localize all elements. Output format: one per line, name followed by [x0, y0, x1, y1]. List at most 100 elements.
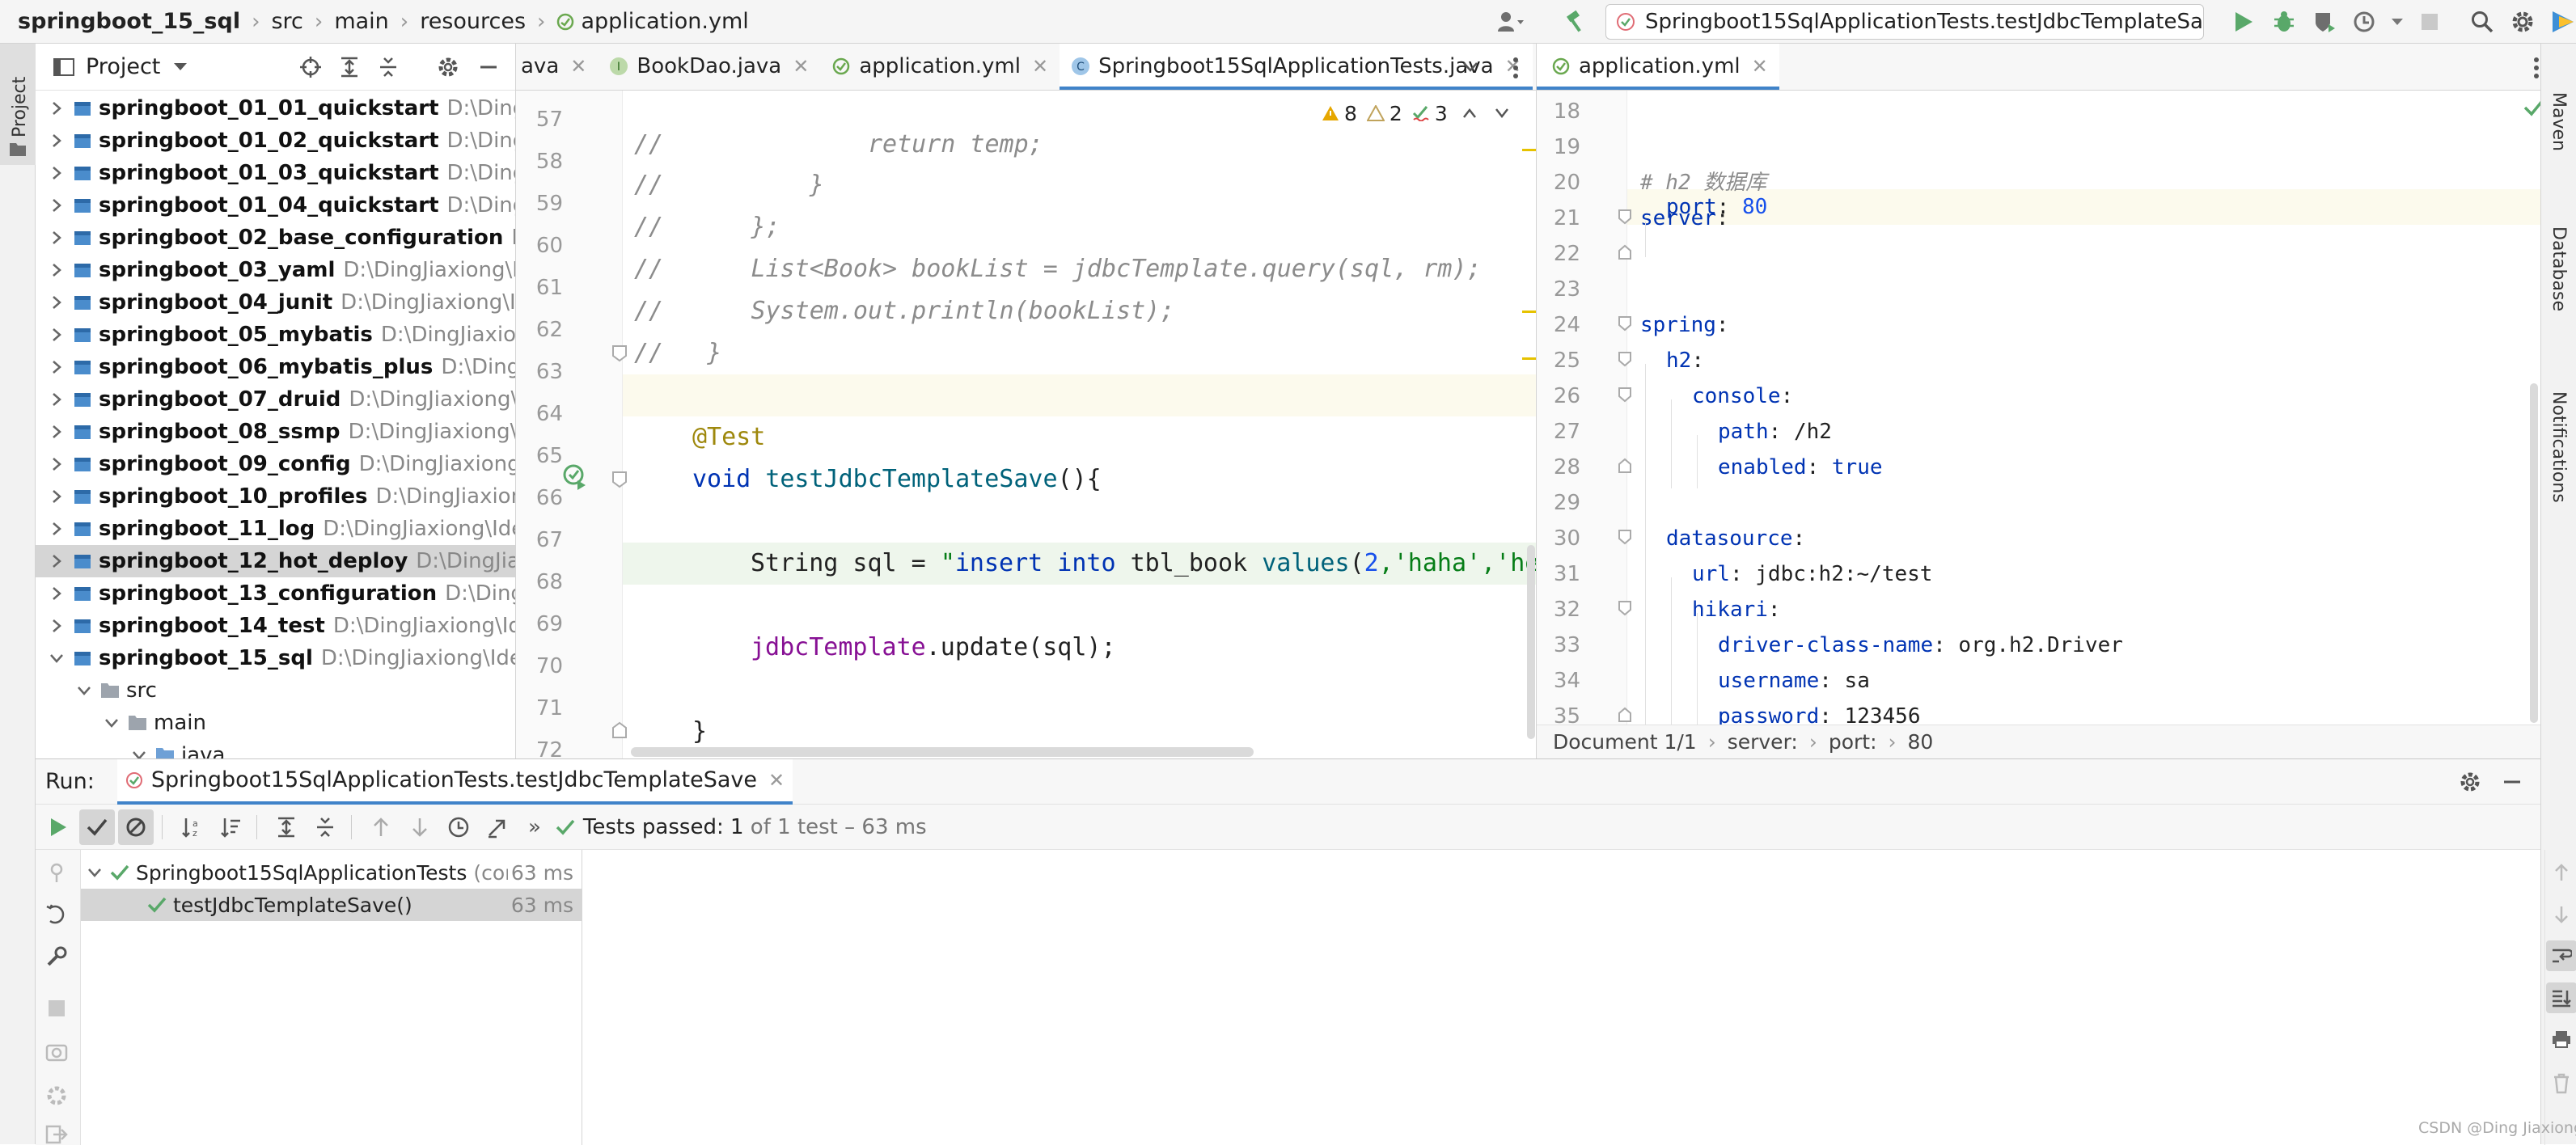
- project-panel-title[interactable]: Project: [86, 54, 160, 79]
- scroll-to-end-icon[interactable]: [2546, 982, 2576, 1013]
- rerun-icon[interactable]: [40, 809, 76, 845]
- test-console-output[interactable]: [582, 850, 2576, 1145]
- expand-all-icon[interactable]: [338, 56, 361, 78]
- project-tree-module-row[interactable]: springboot_05_mybatis D:\DingJiaxiong\Ide…: [36, 319, 515, 351]
- sort-by-duration-icon[interactable]: [213, 809, 248, 845]
- fold-marker-icon[interactable]: [1618, 209, 1632, 225]
- vertical-scrollbar[interactable]: [2530, 383, 2538, 723]
- project-tree-module-row[interactable]: springboot_01_04_quickstart D:\DingJiaxio…: [36, 189, 515, 222]
- debug-bug-icon[interactable]: [2269, 6, 2299, 37]
- project-tree-module-row[interactable]: springboot_01_03_quickstart D:\DingJiaxio…: [36, 157, 515, 189]
- project-tree-folder-row[interactable]: java: [36, 739, 515, 758]
- pin-icon[interactable]: [45, 861, 68, 884]
- more-options-icon[interactable]: »: [528, 815, 541, 839]
- chevron-right-icon[interactable]: [49, 618, 65, 634]
- chevron-right-icon[interactable]: [49, 553, 65, 569]
- project-tree-module-row[interactable]: springboot_10_profiles D:\DingJiaxiong\Id…: [36, 480, 515, 513]
- project-tree-module-row[interactable]: springboot_04_junit D:\DingJiaxiong\IdeaP…: [36, 286, 515, 319]
- yaml-breadcrumb-port[interactable]: port:: [1829, 730, 1877, 754]
- build-hammer-icon[interactable]: [1561, 6, 1592, 37]
- sort-alphabetically-icon[interactable]: az: [174, 809, 209, 845]
- chevron-down-icon[interactable]: [2382, 6, 2413, 37]
- project-tree-module-row[interactable]: springboot_03_yaml D:\DingJiaxiong\IdeaPr…: [36, 254, 515, 286]
- import-tests-icon[interactable]: [480, 809, 515, 845]
- yaml-breadcrumb-server[interactable]: server:: [1728, 730, 1798, 754]
- arrow-down-icon[interactable]: [2553, 905, 2570, 924]
- editor-tab-bookdao[interactable]: I BookDao.java ✕: [598, 44, 820, 90]
- close-icon[interactable]: ✕: [1752, 55, 1768, 78]
- run-tab[interactable]: Springboot15SqlApplicationTests.testJdbc…: [116, 758, 793, 805]
- vertical-scrollbar[interactable]: [1527, 545, 1535, 739]
- fold-marker-icon[interactable]: [1618, 387, 1632, 403]
- close-icon[interactable]: ✕: [768, 769, 785, 792]
- coverage-shield-icon[interactable]: [2309, 6, 2340, 37]
- hide-panel-icon[interactable]: [477, 56, 500, 78]
- project-tree-module-row[interactable]: springboot_08_ssmp D:\DingJiaxiong\Idea: [36, 416, 515, 448]
- database-tool-tab[interactable]: Database: [2549, 226, 2569, 311]
- chevron-right-icon[interactable]: [49, 359, 65, 375]
- fold-marker-icon[interactable]: [1618, 707, 1632, 723]
- chevron-down-icon[interactable]: [131, 747, 147, 758]
- close-icon[interactable]: ✕: [1032, 55, 1048, 78]
- camera-icon[interactable]: [45, 1041, 68, 1062]
- chevron-right-icon[interactable]: [49, 133, 65, 149]
- chevron-right-icon[interactable]: [49, 456, 65, 472]
- chevron-right-icon[interactable]: [49, 294, 65, 311]
- run-icon[interactable]: [2228, 6, 2259, 37]
- editor-tab-application-yml[interactable]: application.yml ✕: [1537, 44, 1779, 90]
- chevron-right-icon[interactable]: [49, 585, 65, 602]
- fold-marker-icon[interactable]: [611, 721, 628, 739]
- chevron-down-icon[interactable]: [49, 650, 65, 666]
- chevron-right-icon[interactable]: [49, 521, 65, 537]
- layout-settings-icon[interactable]: [45, 1084, 68, 1107]
- chevron-right-icon[interactable]: [49, 197, 65, 213]
- collapse-all-icon[interactable]: [377, 56, 400, 78]
- project-tree-module-row[interactable]: springboot_07_druid D:\DingJiaxiong\Idea: [36, 383, 515, 416]
- editor-tab-tests[interactable]: C Springboot15SqlApplicationTests.java ✕: [1060, 44, 1533, 90]
- fold-marker-icon[interactable]: [1618, 529, 1632, 545]
- close-icon[interactable]: ✕: [793, 55, 809, 78]
- chevron-down-icon[interactable]: [104, 715, 120, 731]
- exit-icon[interactable]: [45, 1125, 68, 1144]
- test-history-icon[interactable]: [441, 809, 476, 845]
- chevron-right-icon[interactable]: [49, 424, 65, 440]
- editor-tab-partial[interactable]: ava ✕: [516, 44, 598, 90]
- arrow-up-icon[interactable]: [2553, 863, 2570, 882]
- settings-gear-icon[interactable]: [2507, 6, 2538, 37]
- trash-icon[interactable]: [2553, 1073, 2570, 1094]
- maven-tool-tab[interactable]: Maven: [2549, 92, 2569, 151]
- locate-file-icon[interactable]: [299, 56, 322, 78]
- chevron-right-icon[interactable]: [49, 165, 65, 181]
- user-account-icon[interactable]: [1495, 6, 1525, 37]
- test-suite-row[interactable]: Springboot15SqlApplicationTests (com.c 6…: [81, 856, 582, 889]
- project-tree-module-row[interactable]: springboot_02_base_configurationD:\DingJ…: [36, 222, 515, 254]
- chevron-right-icon[interactable]: [49, 488, 65, 505]
- breadcrumb-main[interactable]: main: [328, 0, 395, 44]
- run-test-gutter-icon[interactable]: [561, 463, 589, 490]
- chevron-down-icon[interactable]: [87, 867, 102, 878]
- fold-marker-icon[interactable]: [611, 344, 628, 362]
- expand-all-icon[interactable]: [269, 809, 304, 845]
- chevron-down-icon[interactable]: [1495, 108, 1509, 119]
- chevron-right-icon[interactable]: [49, 100, 65, 116]
- show-ignored-toggle[interactable]: [118, 809, 154, 845]
- project-tree-folder-row[interactable]: main: [36, 707, 515, 739]
- document-indicator[interactable]: Document 1/1: [1553, 730, 1697, 754]
- settings-gear-icon[interactable]: [437, 56, 459, 78]
- chevron-down-icon[interactable]: [173, 62, 188, 72]
- restore-layout-icon[interactable]: [45, 903, 68, 926]
- more-options-icon[interactable]: [1512, 57, 1519, 79]
- chevron-up-icon[interactable]: [1462, 108, 1477, 119]
- horizontal-scrollbar[interactable]: [631, 747, 1254, 757]
- stop-icon[interactable]: [47, 999, 66, 1018]
- chevron-right-icon[interactable]: [49, 391, 65, 408]
- fold-marker-icon[interactable]: [1618, 600, 1632, 616]
- arrow-up-icon[interactable]: [363, 809, 399, 845]
- project-tree-module-row[interactable]: springboot_14_test D:\DingJiaxiong\IdeaPr…: [36, 610, 515, 642]
- fold-marker-icon[interactable]: [1618, 351, 1632, 367]
- chevron-right-icon[interactable]: [49, 262, 65, 278]
- search-icon[interactable]: [2467, 6, 2498, 37]
- profiler-icon[interactable]: [2350, 6, 2380, 37]
- show-passed-toggle[interactable]: [79, 809, 115, 845]
- settings-gear-icon[interactable]: [2459, 771, 2481, 793]
